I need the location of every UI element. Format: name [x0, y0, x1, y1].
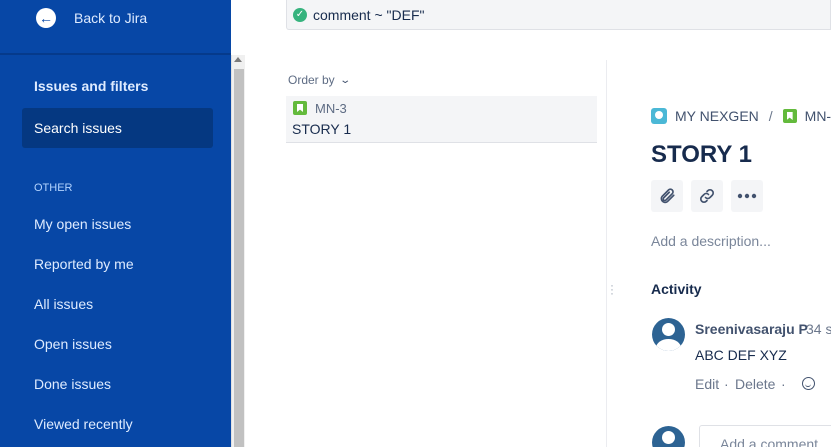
sidebar-item-viewed-recently[interactable]: Viewed recently: [34, 416, 133, 432]
paperclip-icon: [660, 188, 675, 204]
sidebar-item-my-open-issues[interactable]: My open issues: [34, 216, 131, 232]
edit-comment-link[interactable]: Edit: [695, 376, 719, 392]
arrow-left-icon: ←: [36, 8, 56, 28]
attach-button[interactable]: [651, 180, 683, 212]
order-by-label: Order by: [288, 73, 335, 87]
comment-body: ABC DEF XYZ: [695, 347, 787, 363]
scroll-thumb[interactable]: [234, 69, 244, 447]
sidebar-item-all-issues[interactable]: All issues: [34, 296, 93, 312]
sidebar-divider: [0, 53, 231, 55]
delete-comment-link[interactable]: Delete: [735, 376, 775, 392]
sidebar-section-label: OTHER: [34, 182, 73, 194]
avatar: [652, 318, 685, 351]
avatar: [652, 426, 685, 447]
project-avatar-icon: [651, 108, 667, 124]
breadcrumb-issue-key[interactable]: MN-: [805, 108, 831, 124]
link-icon: [700, 189, 714, 203]
activity-heading: Activity: [651, 281, 702, 297]
back-label: Back to Jira: [74, 10, 148, 26]
breadcrumb-project[interactable]: MY NEXGEN: [675, 108, 759, 124]
sidebar-item-reported-by-me[interactable]: Reported by me: [34, 256, 134, 272]
scroll-up-arrow-icon[interactable]: [234, 57, 242, 62]
sidebar: ← Back to Jira Issues and filters Search…: [0, 0, 231, 447]
sidebar-item-open-issues[interactable]: Open issues: [34, 336, 112, 352]
issue-summary: STORY 1: [292, 121, 352, 137]
back-to-jira-link[interactable]: ← Back to Jira: [36, 8, 147, 28]
issue-key: MN-3: [315, 101, 347, 116]
order-by-button[interactable]: Order by ⌄: [288, 73, 351, 87]
sidebar-item-done-issues[interactable]: Done issues: [34, 376, 111, 392]
more-icon: [737, 193, 757, 199]
story-icon: [293, 101, 307, 115]
action-separator: ·: [781, 376, 786, 392]
sidebar-scrollbar[interactable]: [231, 55, 245, 447]
action-separator: ·: [724, 376, 729, 392]
more-actions-button[interactable]: [731, 180, 763, 212]
sidebar-item-search-issues[interactable]: Search issues: [22, 108, 213, 148]
resize-handle-icon[interactable]: · · ·: [610, 279, 614, 299]
link-issue-button[interactable]: [691, 180, 723, 212]
issue-card[interactable]: MN-3 STORY 1: [286, 96, 597, 143]
story-icon: [782, 109, 797, 123]
description-field[interactable]: Add a description...: [651, 233, 771, 249]
emoji-icon[interactable]: [802, 377, 815, 390]
breadcrumb: MY NEXGEN / MN-: [651, 108, 831, 124]
add-comment-field[interactable]: Add a comment...: [699, 425, 831, 447]
sidebar-title: Issues and filters: [34, 78, 149, 94]
comment-time: 34 s: [806, 321, 831, 337]
query-text[interactable]: comment ~ "DEF": [313, 7, 424, 23]
column-divider: [606, 60, 607, 447]
breadcrumb-separator: /: [768, 108, 773, 124]
chevron-down-icon: ⌄: [339, 74, 351, 86]
comment-author[interactable]: Sreenivasaraju P: [695, 321, 808, 337]
check-circle-icon: ✓: [293, 7, 307, 22]
issue-title[interactable]: STORY 1: [651, 141, 752, 169]
jql-query-bar[interactable]: ✓ comment ~ "DEF": [286, 0, 831, 30]
